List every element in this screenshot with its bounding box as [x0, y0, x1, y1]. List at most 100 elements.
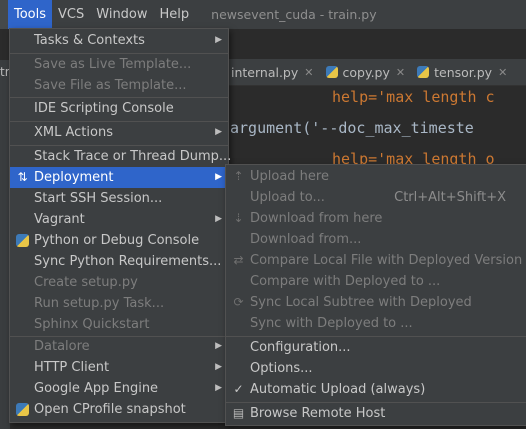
- menu-item-label: Automatic Upload (always): [250, 382, 426, 397]
- menu-item-label: HTTP Client: [34, 360, 110, 375]
- submenu-arrow-icon: ▶: [215, 214, 222, 224]
- menu-help[interactable]: Help: [154, 0, 196, 29]
- menu-item-datalore[interactable]: Datalore ▶: [10, 336, 228, 357]
- sync-arrows-icon: ⇅: [17, 170, 28, 184]
- menu-item-label: Options...: [250, 361, 313, 376]
- remote-host-icon: ▤: [232, 406, 245, 420]
- menu-item-sync-deployed-to[interactable]: Sync with Deployed to ...: [226, 313, 526, 334]
- menu-item-label: Deployment: [34, 170, 114, 185]
- menu-item-ide-scripting-console[interactable]: IDE Scripting Console: [10, 98, 228, 119]
- menu-item-label: Download from...: [250, 232, 362, 247]
- menu-item-stack-trace[interactable]: Stack Trace or Thread Dump...: [10, 146, 232, 167]
- menu-item-save-file-template[interactable]: Save File as Template...: [10, 75, 228, 96]
- menubar-fragment[interactable]: [0, 0, 8, 29]
- download-icon: ⇣: [233, 211, 244, 225]
- menu-item-label: XML Actions: [34, 125, 113, 140]
- tab-label: tensor.py: [434, 64, 493, 80]
- submenu-arrow-icon: ▶: [215, 172, 222, 182]
- menu-item-upload-to[interactable]: Upload to... Ctrl+Alt+Shift+X: [226, 187, 526, 208]
- tab-label: copy.py: [342, 64, 390, 80]
- close-icon[interactable]: ✕: [498, 66, 507, 79]
- submenu-arrow-icon: ▶: [215, 341, 222, 351]
- menu-item-http-client[interactable]: HTTP Client ▶: [10, 357, 228, 378]
- tab-label: internal.py: [231, 64, 299, 80]
- checkmark-icon: ✓: [233, 382, 244, 396]
- menu-window[interactable]: Window: [90, 0, 153, 29]
- menu-item-open-cprofile[interactable]: Open CProfile snapshot: [10, 399, 228, 420]
- python-file-icon: [417, 66, 430, 78]
- menu-item-label: Save as Live Template...: [34, 57, 192, 72]
- menu-item-start-ssh[interactable]: Start SSH Session...: [10, 188, 228, 209]
- menu-item-label: Stack Trace or Thread Dump...: [34, 149, 232, 164]
- submenu-arrow-icon: ▶: [215, 362, 222, 372]
- python-profile-icon: [15, 402, 30, 417]
- menu-bar: Tools VCS Window Help newsevent_cuda - t…: [0, 0, 526, 29]
- menu-item-label: Start SSH Session...: [34, 191, 163, 206]
- menu-item-compare-deployed-to[interactable]: Compare with Deployed to ...: [226, 271, 526, 292]
- menu-item-create-setup[interactable]: Create setup.py: [10, 272, 228, 293]
- python-icon: [15, 233, 30, 248]
- menu-item-label: Datalore: [34, 339, 90, 354]
- menu-item-label: Download from here: [250, 211, 383, 226]
- submenu-arrow-icon: ▶: [215, 383, 222, 393]
- menu-item-download-from[interactable]: Download from...: [226, 229, 526, 250]
- window-title: newsevent_cuda - train.py: [211, 7, 377, 22]
- menu-item-save-live-template[interactable]: Save as Live Template...: [10, 54, 228, 75]
- menu-item-python-console[interactable]: Python or Debug Console: [10, 230, 228, 251]
- menu-item-label: Browse Remote Host: [250, 406, 386, 421]
- menu-item-options[interactable]: Options...: [226, 358, 526, 379]
- close-icon[interactable]: ✕: [304, 66, 313, 79]
- menu-item-label: Sync with Deployed to ...: [250, 316, 413, 331]
- code-line[interactable]: argument('--doc_max_timeste: [230, 119, 474, 137]
- menu-vcs[interactable]: VCS: [52, 0, 90, 29]
- code-line[interactable]: help='max length c: [332, 88, 495, 106]
- menu-item-label: Sync Local Subtree with Deployed: [250, 295, 472, 310]
- shortcut-label: Ctrl+Alt+Shift+X: [394, 190, 506, 205]
- menu-item-label: Run setup.py Task...: [34, 296, 165, 311]
- tools-menu: Tasks & Contexts ▶ Save as Live Template…: [9, 28, 232, 423]
- sync-icon: ⟳: [233, 295, 244, 309]
- menu-item-xml-actions[interactable]: XML Actions ▶: [10, 122, 228, 143]
- menu-item-vagrant[interactable]: Vagrant ▶: [10, 209, 228, 230]
- tab-tensor-py[interactable]: tensor.py ✕: [411, 59, 513, 85]
- tab-copy-py[interactable]: copy.py ✕: [320, 59, 412, 85]
- menu-item-label: Upload to...: [250, 190, 325, 205]
- python-file-icon: [325, 66, 338, 78]
- menu-item-upload-here[interactable]: ⇡ Upload here: [226, 166, 526, 187]
- menu-item-label: Python or Debug Console: [34, 233, 200, 248]
- tab-internal-py[interactable]: internal.py ✕: [225, 59, 320, 85]
- submenu-arrow-icon: ▶: [215, 35, 222, 45]
- menu-item-label: Compare Local File with Deployed Version: [250, 253, 523, 268]
- menu-item-label: Compare with Deployed to ...: [250, 274, 441, 289]
- menu-item-label: Vagrant: [34, 212, 85, 227]
- menu-item-label: Create setup.py: [34, 275, 138, 290]
- menu-item-label: Open CProfile snapshot: [34, 402, 186, 417]
- menu-item-label: Tasks & Contexts: [34, 33, 145, 48]
- menu-item-label: Sync Python Requirements...: [34, 254, 222, 269]
- menu-item-sync-subtree[interactable]: ⟳ Sync Local Subtree with Deployed: [226, 292, 526, 313]
- menu-item-browse-remote-host[interactable]: ▤ Browse Remote Host: [226, 403, 526, 424]
- menu-item-label: IDE Scripting Console: [34, 101, 174, 116]
- menu-item-configuration[interactable]: Configuration...: [226, 337, 526, 358]
- menu-item-automatic-upload[interactable]: ✓ Automatic Upload (always): [226, 379, 526, 400]
- menu-item-label: Google App Engine: [34, 381, 159, 396]
- editor-tab-bar: internal.py ✕ copy.py ✕ tensor.py ✕: [225, 59, 526, 86]
- submenu-arrow-icon: ▶: [215, 127, 222, 137]
- menu-item-google-app-engine[interactable]: Google App Engine ▶: [10, 378, 228, 399]
- close-icon[interactable]: ✕: [396, 66, 405, 79]
- menu-item-label: Sphinx Quickstart: [34, 317, 150, 332]
- menu-item-tasks-contexts[interactable]: Tasks & Contexts ▶: [10, 30, 228, 51]
- upload-icon: ⇡: [233, 169, 244, 183]
- menu-item-compare-local[interactable]: ⇄ Compare Local File with Deployed Versi…: [226, 250, 526, 271]
- menu-item-download-here[interactable]: ⇣ Download from here: [226, 208, 526, 229]
- menu-item-label: Upload here: [250, 169, 329, 184]
- menu-item-sphinx-quickstart[interactable]: Sphinx Quickstart: [10, 314, 228, 335]
- menu-tools[interactable]: Tools: [8, 0, 53, 29]
- menu-item-run-setup-task[interactable]: Run setup.py Task...: [10, 293, 228, 314]
- deployment-submenu: ⇡ Upload here Upload to... Ctrl+Alt+Shif…: [225, 164, 526, 426]
- menu-item-deployment[interactable]: ⇅ Deployment ▶: [10, 167, 228, 188]
- menu-item-sync-requirements[interactable]: Sync Python Requirements...: [10, 251, 228, 272]
- compare-icon: ⇄: [233, 253, 244, 267]
- menu-item-label: Save File as Template...: [34, 78, 187, 93]
- menu-item-label: Configuration...: [250, 340, 351, 355]
